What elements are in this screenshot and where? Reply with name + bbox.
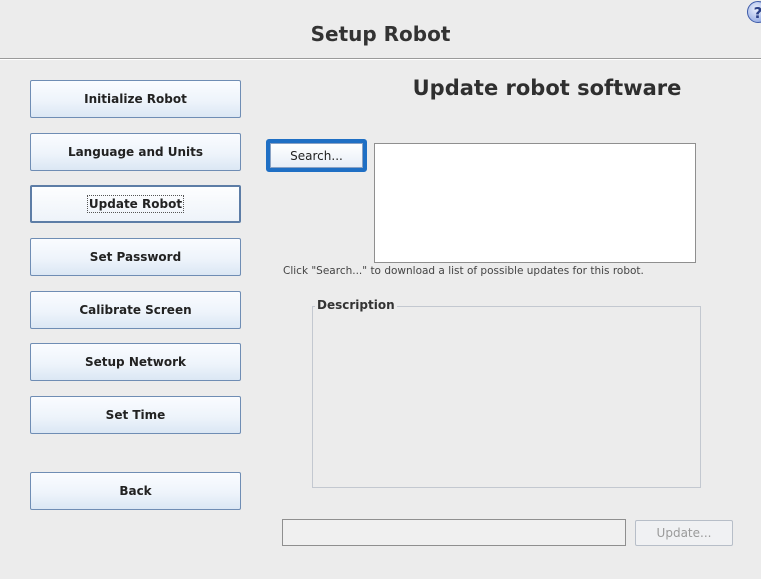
progress-bar	[282, 519, 626, 546]
button-label: Update Robot	[86, 195, 185, 213]
initialize-robot-button[interactable]: Initialize Robot	[30, 80, 241, 118]
update-robot-button[interactable]: Update Robot	[30, 185, 241, 223]
language-and-units-button[interactable]: Language and Units	[30, 133, 241, 171]
header-bar: Setup Robot	[0, 0, 761, 59]
button-label: Set Time	[105, 408, 166, 422]
search-button[interactable]: Search...	[266, 139, 367, 172]
set-time-button[interactable]: Set Time	[30, 396, 241, 434]
button-label: Initialize Robot	[84, 92, 187, 106]
search-hint: Click "Search..." to download a list of …	[283, 265, 644, 277]
button-label: Language and Units	[67, 145, 204, 159]
button-label: Calibrate Screen	[79, 303, 192, 317]
back-button[interactable]: Back	[30, 472, 241, 510]
header-title: Setup Robot	[310, 22, 451, 46]
page-title: Update robot software	[412, 76, 682, 100]
button-label: Setup Network	[85, 355, 186, 369]
description-label: Description	[315, 298, 397, 312]
calibrate-screen-button[interactable]: Calibrate Screen	[30, 291, 241, 329]
set-password-button[interactable]: Set Password	[30, 238, 241, 276]
description-panel	[312, 306, 701, 488]
updates-list[interactable]	[374, 143, 696, 263]
button-label: Back	[119, 484, 152, 498]
button-label: Set Password	[89, 250, 182, 264]
setup-network-button[interactable]: Setup Network	[30, 343, 241, 381]
search-button-label: Search...	[270, 143, 363, 168]
update-button: Update...	[635, 520, 733, 546]
